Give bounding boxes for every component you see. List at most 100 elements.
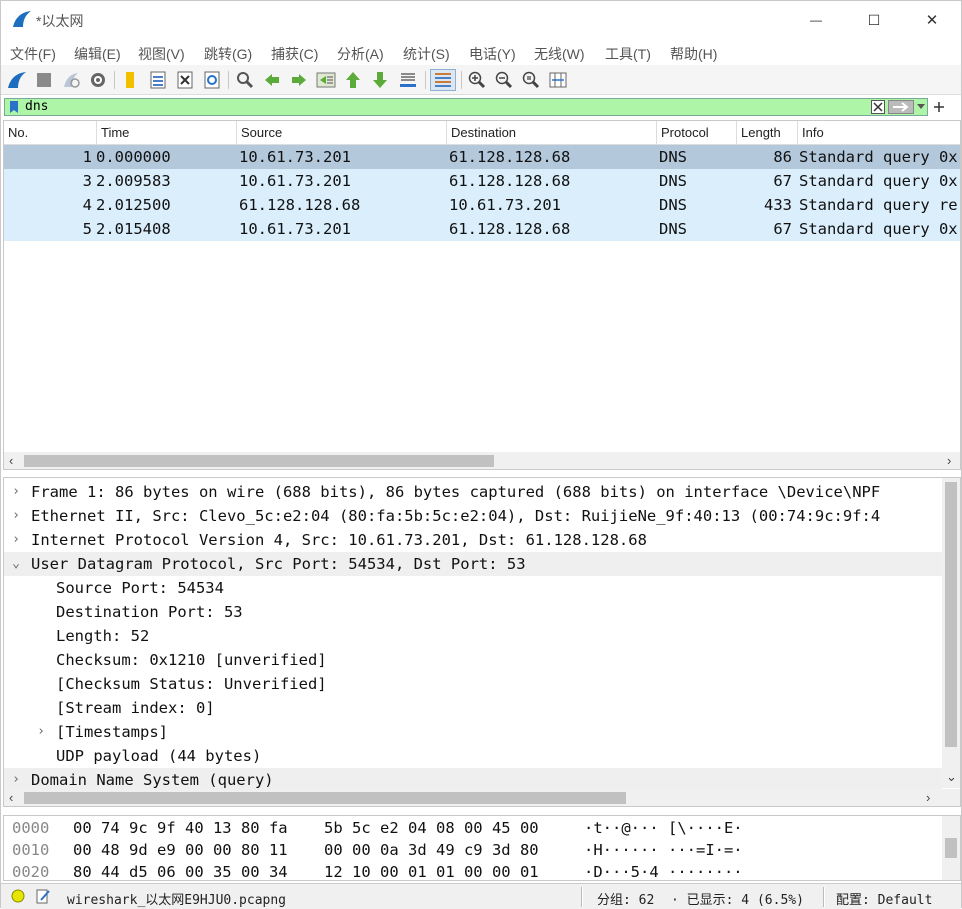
detail-text: Checksum: 0x1210 [unverified] (56, 651, 327, 669)
reload-icon[interactable] (201, 69, 223, 91)
first-packet-icon[interactable] (342, 69, 364, 91)
table-row[interactable]: 5 2.015408 10.61.73.201 61.128.128.68 DNS 67 S… (4, 217, 960, 241)
go-to-packet-icon[interactable] (315, 69, 337, 91)
table-row[interactable]: 4 2.012500 61.128.128.68 10.61.73.201 DNS 433… (4, 193, 960, 217)
packet-list-hscrollbar[interactable]: ‹ › (4, 452, 960, 469)
detail-row[interactable]: Source Port: 54534 (4, 576, 942, 600)
expand-chevron-icon[interactable]: › (10, 480, 22, 504)
displayed-count: · 已显示: 4 (6.5%) (671, 893, 804, 908)
cell-protocol: DNS (659, 172, 687, 190)
add-filter-button-icon[interactable] (934, 102, 944, 112)
detail-row[interactable]: › Ethernet II, Src: Clevo_5c:e2:04 (80:fa… (4, 504, 942, 528)
apply-filter-icon[interactable] (888, 100, 914, 114)
bytes-vscrollbar[interactable] (942, 816, 960, 880)
cell-time: 2.012500 (96, 196, 171, 214)
close-file-icon[interactable] (174, 69, 196, 91)
detail-text: User Datagram Protocol, Src Port: 54534,… (31, 555, 526, 573)
resize-columns-icon[interactable] (547, 69, 569, 91)
scroll-right-icon[interactable]: › (947, 452, 951, 469)
column-protocol[interactable]: Protocol (656, 121, 736, 145)
column-source[interactable]: Source (236, 121, 446, 145)
zoom-out-icon[interactable] (493, 69, 515, 91)
expand-chevron-icon[interactable]: ⌄ (10, 552, 22, 576)
cell-source: 61.128.128.68 (239, 196, 361, 214)
bookmark-icon[interactable] (9, 101, 19, 114)
vscroll-thumb[interactable] (945, 482, 957, 747)
detail-row[interactable]: › [Timestamps] (4, 720, 942, 744)
vscroll-thumb[interactable] (945, 838, 957, 858)
menu-file[interactable]: 文件(F) (10, 44, 56, 64)
menu-tools[interactable]: 工具(T) (605, 44, 651, 64)
expert-info-icon[interactable] (11, 889, 25, 903)
scroll-thumb[interactable] (24, 455, 494, 467)
options-gear-icon[interactable] (87, 69, 109, 91)
column-time[interactable]: Time (96, 121, 236, 145)
hex-bytes2: 00 00 0a 3d 49 c9 3d 80 (324, 841, 539, 859)
detail-row[interactable]: UDP payload (44 bytes) (4, 744, 942, 768)
zoom-in-icon[interactable] (466, 69, 488, 91)
scroll-left-icon[interactable]: ‹ (9, 452, 13, 469)
detail-row[interactable]: Length: 52 (4, 624, 942, 648)
menu-wireless[interactable]: 无线(W) (534, 44, 585, 64)
normal-size-icon[interactable] (520, 69, 542, 91)
capture-comment-icon[interactable] (35, 888, 51, 904)
scroll-left-icon[interactable]: ‹ (9, 789, 13, 806)
detail-row[interactable]: › Internet Protocol Version 4, Src: 10.61… (4, 528, 942, 552)
details-hscrollbar[interactable]: ‹ › (4, 789, 960, 806)
column-info[interactable]: Info (797, 121, 960, 145)
stop-icon[interactable] (33, 69, 55, 91)
menu-edit[interactable]: 编辑(E) (74, 44, 121, 64)
table-row[interactable]: 1 0.000000 10.61.73.201 61.128.128.68 DNS 86 S… (4, 145, 960, 169)
open-folder-icon[interactable] (119, 69, 141, 91)
profile-label[interactable]: 配置: Default (836, 889, 932, 908)
detail-row[interactable]: [Stream index: 0] (4, 696, 942, 720)
cell-source: 10.61.73.201 (239, 148, 351, 166)
menu-statistics[interactable]: 统计(S) (403, 44, 450, 64)
menu-help[interactable]: 帮助(H) (670, 44, 717, 64)
clear-filter-icon[interactable] (871, 100, 885, 114)
maximize-icon: ☐ (867, 11, 881, 28)
find-icon[interactable] (234, 69, 256, 91)
maximize-button[interactable]: ☐ (845, 1, 903, 39)
scroll-right-icon[interactable]: › (926, 789, 930, 806)
column-destination[interactable]: Destination (446, 121, 656, 145)
shark-fin-start-icon[interactable] (6, 69, 28, 91)
detail-row[interactable]: ⌄ User Datagram Protocol, Src Port: 54534… (4, 552, 942, 576)
close-icon: ✕ (925, 12, 939, 29)
go-back-icon[interactable] (261, 69, 283, 91)
filter-dropdown-icon[interactable] (917, 104, 925, 110)
detail-row[interactable]: › Frame 1: 86 bytes on wire (688 bits), 8… (4, 480, 942, 504)
menu-view[interactable]: 视图(V) (138, 44, 185, 64)
last-packet-icon[interactable] (369, 69, 391, 91)
details-vscrollbar[interactable]: ⌄ (942, 478, 960, 788)
expand-chevron-icon[interactable]: › (10, 504, 22, 528)
display-filter-input[interactable]: dns (4, 98, 928, 116)
detail-row[interactable]: Destination Port: 53 (4, 600, 942, 624)
menu-capture[interactable]: 捕获(C) (271, 44, 318, 64)
column-no[interactable]: No. (4, 121, 96, 145)
detail-row[interactable]: [Checksum Status: Unverified] (4, 672, 942, 696)
scroll-down-icon[interactable]: ⌄ (946, 768, 957, 786)
close-button[interactable]: ✕ (903, 1, 961, 39)
restart-icon[interactable] (60, 69, 82, 91)
minimize-button[interactable]: — (787, 1, 845, 39)
scroll-thumb[interactable] (24, 792, 626, 804)
cell-protocol: DNS (659, 196, 687, 214)
detail-text: [Stream index: 0] (56, 699, 215, 717)
auto-scroll-icon[interactable] (397, 69, 419, 91)
menu-go[interactable]: 跳转(G) (204, 44, 252, 64)
go-forward-icon[interactable] (288, 69, 310, 91)
detail-row[interactable]: Checksum: 0x1210 [unverified] (4, 648, 942, 672)
menu-analyze[interactable]: 分析(A) (337, 44, 384, 64)
menu-bar: 文件(F) 编辑(E) 视图(V) 跳转(G) 捕获(C) 分析(A) 统计(S… (1, 39, 961, 65)
column-length[interactable]: Length (736, 121, 797, 145)
title-bar: *以太网 — ☐ ✕ (1, 1, 961, 39)
expand-chevron-icon[interactable]: › (35, 720, 47, 744)
table-row[interactable]: 3 2.009583 10.61.73.201 61.128.128.68 DNS 67 S… (4, 169, 960, 193)
expand-chevron-icon[interactable]: › (10, 528, 22, 552)
packet-list: No. Time Source Destination Protocol Len… (3, 120, 961, 470)
menu-telephony[interactable]: 电话(Y) (469, 44, 516, 64)
colorize-icon[interactable] (430, 69, 456, 91)
save-file-icon[interactable] (147, 69, 169, 91)
detail-text: [Timestamps] (56, 723, 168, 741)
